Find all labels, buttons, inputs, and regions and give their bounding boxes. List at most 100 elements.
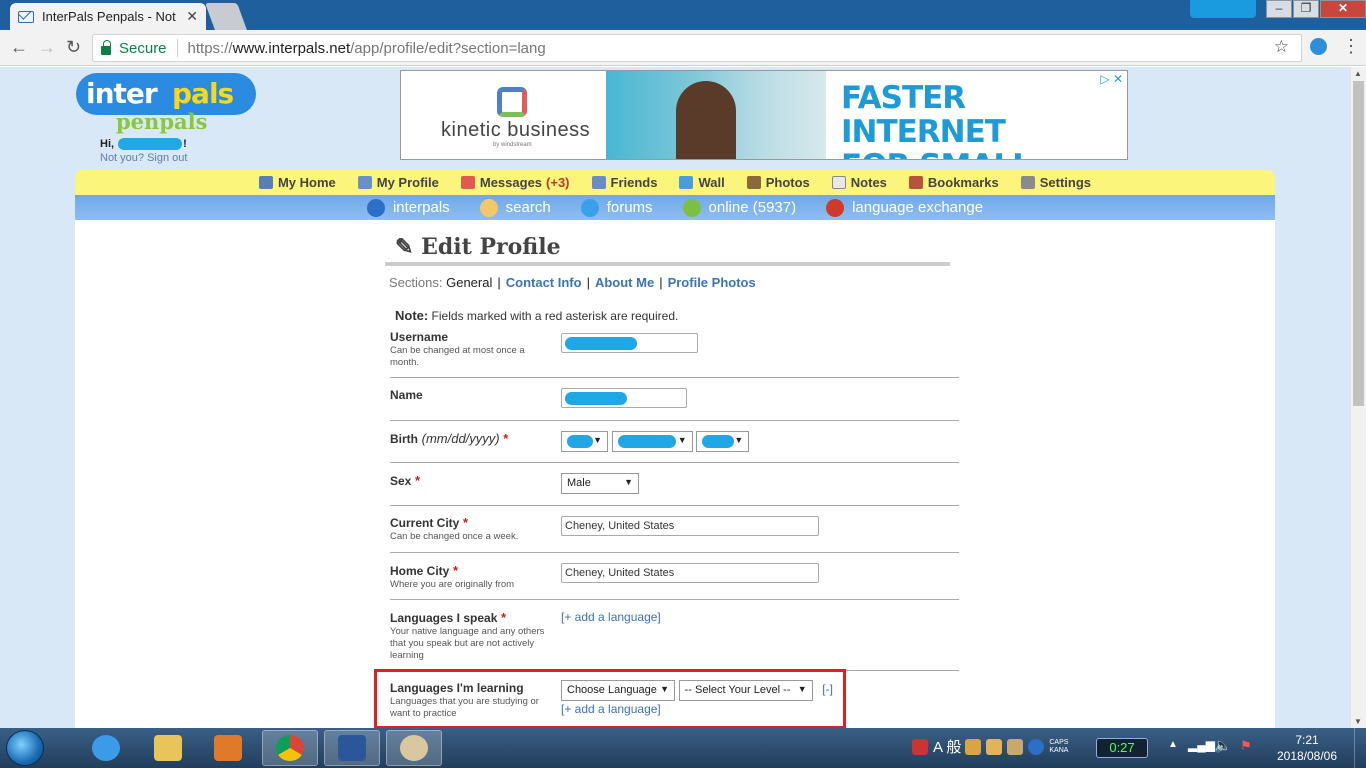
tab-general[interactable]: General xyxy=(446,275,492,290)
advertisement-banner[interactable]: kinetic business by windstream FASTER IN… xyxy=(400,70,1128,160)
maximize-button[interactable]: ❐ xyxy=(1293,0,1319,18)
volume-icon[interactable]: 🔈 xyxy=(1214,737,1231,754)
sex-value: Male xyxy=(567,477,591,489)
scroll-down-arrow-icon[interactable]: ▼ xyxy=(1354,717,1362,726)
birth-month-select[interactable]: ▼ xyxy=(561,431,608,452)
main-navigation: My Home My Profile Messages (+3) Friends … xyxy=(75,170,1275,195)
network-icon[interactable]: ▂▄▆ xyxy=(1188,738,1215,752)
required-asterisk: * xyxy=(503,431,509,446)
tab-close-icon[interactable]: ✕ xyxy=(186,8,198,25)
section-tabs: Sections: General | Contact Info | About Me |… xyxy=(389,275,756,290)
page-title-text: Edit Profile xyxy=(421,234,561,260)
sex-select[interactable]: Male ▼ xyxy=(561,473,639,494)
minimize-button[interactable]: – xyxy=(1266,0,1292,18)
sections-label: Sections: xyxy=(389,275,443,290)
browser-menu-icon[interactable]: ⋮ xyxy=(1342,36,1360,56)
subnav-search[interactable]: search xyxy=(479,198,551,217)
ad-headline-line2: FOR SMALL BUSINESS xyxy=(841,149,1127,159)
redacted-username xyxy=(118,138,183,151)
nav-friends[interactable]: Friends xyxy=(591,175,657,190)
address-bar[interactable]: Secure https:// www.interpals.net /app/p… xyxy=(92,34,1302,62)
kinetic-logo-icon xyxy=(497,87,527,117)
start-button[interactable] xyxy=(6,730,44,766)
system-tray: A 般 CAPS KANA xyxy=(912,736,1078,757)
nav-wall[interactable]: Wall xyxy=(679,175,725,190)
scrollbar-thumb[interactable] xyxy=(1353,81,1364,406)
ime-dictionary-icon[interactable] xyxy=(965,738,982,755)
show-desktop-button[interactable] xyxy=(1354,728,1366,768)
ime-tools-icon[interactable] xyxy=(986,738,1003,755)
username-field[interactable] xyxy=(561,333,698,353)
new-tab-button[interactable] xyxy=(205,3,247,30)
nav-bookmarks[interactable]: Bookmarks xyxy=(908,175,999,190)
chrome-icon xyxy=(276,735,304,761)
logo-text-penpals: penpals xyxy=(116,109,208,134)
birth-row: Birth (mm/dd/yyyy) * ▼ ▼ ▼ xyxy=(390,421,959,463)
page-scrollbar[interactable]: ▲ ▼ xyxy=(1350,67,1366,728)
nav-label: Photos xyxy=(765,175,810,190)
scroll-up-arrow-icon[interactable]: ▲ xyxy=(1354,69,1362,78)
subnav-interpals[interactable]: interpals xyxy=(366,198,450,217)
taskbar-chrome[interactable] xyxy=(262,730,318,766)
browser-tab-interpals[interactable]: InterPals Penpals - Not ✕ xyxy=(10,3,206,30)
taskbar-word[interactable] xyxy=(324,730,380,766)
nav-my-profile[interactable]: My Profile xyxy=(357,175,439,190)
url-host: www.interpals.net xyxy=(232,39,351,57)
ime-pad-icon[interactable] xyxy=(1007,738,1024,755)
subnav-language-exchange[interactable]: language exchange xyxy=(826,198,983,217)
subnav-online[interactable]: online (5937) xyxy=(682,198,796,217)
ad-choices-icon[interactable]: ▷ ✕ xyxy=(1100,72,1123,86)
sub-navigation: interpals search forums online (5937) la… xyxy=(75,195,1275,220)
pipe-divider: | xyxy=(659,275,663,290)
sign-out-link[interactable]: Not you? Sign out xyxy=(100,152,187,164)
subnav-label: forums xyxy=(606,199,653,216)
secure-label: Secure xyxy=(119,39,167,57)
speech-bubble-icon xyxy=(580,198,599,217)
nav-my-home[interactable]: My Home xyxy=(258,175,336,190)
nav-messages[interactable]: Messages (+3) xyxy=(460,175,570,190)
antivirus-icon[interactable] xyxy=(912,738,928,755)
user-greeting: Hi, ! xyxy=(100,138,187,151)
show-hidden-icons-icon[interactable]: ▲ xyxy=(1168,739,1178,750)
nav-photos[interactable]: Photos xyxy=(746,175,810,190)
timer-widget[interactable]: 0:27 xyxy=(1096,738,1148,758)
ime-indicator[interactable]: A 般 xyxy=(933,736,961,757)
name-field[interactable] xyxy=(561,388,687,408)
logo-text-inter: inter xyxy=(86,77,158,110)
bookmark-star-icon[interactable]: ☆ xyxy=(1274,37,1289,57)
nav-settings[interactable]: Settings xyxy=(1020,175,1091,190)
back-arrow-icon[interactable]: ← xyxy=(10,37,28,58)
home-city-input[interactable]: Cheney, United States xyxy=(561,563,819,583)
extension-icon[interactable] xyxy=(1310,38,1327,55)
tab-contact-info[interactable]: Contact Info xyxy=(506,275,582,290)
taskbar-media-player[interactable] xyxy=(200,730,256,766)
greeting-suffix: ! xyxy=(183,138,187,150)
envelope-favicon-icon xyxy=(18,10,34,23)
required-asterisk: * xyxy=(452,563,459,578)
add-spoken-language-link[interactable]: [+ add a language] xyxy=(561,610,661,624)
browser-profile-badge[interactable] xyxy=(1190,0,1256,18)
ad-headline-line1: FASTER INTERNET xyxy=(841,80,1006,150)
subnav-forums[interactable]: forums xyxy=(580,198,653,217)
help-icon[interactable] xyxy=(1028,738,1045,755)
taskbar-file-explorer[interactable] xyxy=(140,730,196,766)
folder-icon xyxy=(154,735,182,761)
reload-icon[interactable]: ↻ xyxy=(66,37,81,58)
forward-arrow-icon[interactable]: → xyxy=(38,37,56,58)
tab-about-me[interactable]: About Me xyxy=(595,275,654,290)
taskbar-paint[interactable] xyxy=(386,730,442,766)
tab-profile-photos[interactable]: Profile Photos xyxy=(668,275,756,290)
action-center-icon[interactable]: ⚑ xyxy=(1240,738,1252,754)
nav-notes[interactable]: Notes xyxy=(831,175,887,190)
interpals-logo[interactable]: inter pals penpals xyxy=(76,73,256,135)
birth-day-select[interactable]: ▼ xyxy=(611,431,693,452)
close-window-button[interactable]: ✕ xyxy=(1320,0,1366,18)
system-clock[interactable]: 7:21 2018/08/06 xyxy=(1268,732,1346,764)
current-city-input[interactable]: Cheney, United States xyxy=(561,516,819,536)
current-city-label: Current City xyxy=(390,516,460,530)
username-row: Username Can be changed at most once a m… xyxy=(390,330,959,378)
birth-year-select[interactable]: ▼ xyxy=(696,431,750,452)
taskbar-internet-explorer[interactable] xyxy=(78,730,134,766)
ad-photo xyxy=(606,71,826,159)
redacted-value xyxy=(702,435,735,448)
